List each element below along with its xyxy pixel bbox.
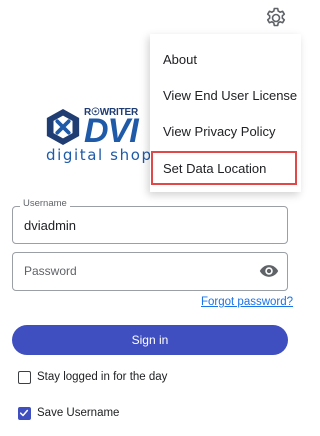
menu-item-about[interactable]: About — [163, 52, 197, 67]
save-username-checkbox[interactable] — [18, 407, 31, 420]
save-username-label: Save Username — [37, 407, 120, 419]
password-placeholder: Password — [24, 264, 77, 278]
logo-brand-big: DVI — [84, 112, 139, 150]
username-label: Username — [20, 198, 70, 209]
eye-icon[interactable] — [259, 262, 279, 280]
menu-item-end-user-license[interactable]: View End User License — [163, 88, 297, 103]
username-value[interactable]: dviadmin — [24, 218, 76, 233]
gear-icon[interactable] — [264, 6, 288, 30]
highlight-box — [151, 151, 297, 185]
stay-logged-in-label: Stay logged in for the day — [37, 371, 168, 383]
logo-emblem — [46, 108, 80, 146]
check-icon — [19, 409, 29, 417]
logo-tagline: digital shop r — [46, 146, 167, 164]
sign-in-button[interactable]: Sign in — [12, 325, 288, 355]
stay-logged-in-checkbox[interactable] — [18, 371, 31, 384]
forgot-password-link[interactable]: Forgot password? — [201, 296, 293, 308]
menu-item-privacy-policy[interactable]: View Privacy Policy — [163, 124, 275, 139]
